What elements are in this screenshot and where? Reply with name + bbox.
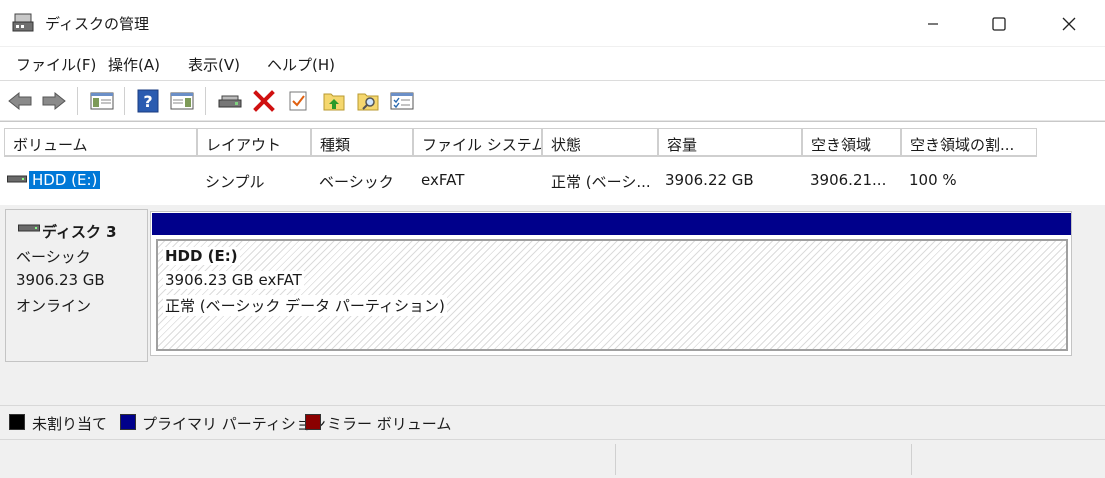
toolbar: ? bbox=[0, 81, 1105, 121]
menu-bar: ファイル(F) 操作(A) 表示(V) ヘルプ(H) bbox=[0, 47, 1105, 81]
toolbar-separator bbox=[124, 87, 125, 115]
title-bar: ディスクの管理 bbox=[0, 0, 1105, 47]
partition-container: HDD (E:) 3906.23 GB exFAT 正常 (ベーシック データ … bbox=[150, 211, 1072, 356]
show-hide-action-pane-button[interactable] bbox=[168, 87, 196, 115]
search-folder-icon bbox=[357, 93, 379, 111]
legend-label-unallocated: 未割り当て bbox=[32, 415, 108, 433]
window-title: ディスクの管理 bbox=[45, 15, 149, 33]
volume-layout: シンプル bbox=[205, 173, 265, 191]
delete-button[interactable] bbox=[250, 87, 278, 115]
table-row[interactable]: HDD (E:) シンプル ベーシック exFAT 正常 (ベーシ... 390… bbox=[5, 158, 1035, 202]
close-icon bbox=[1062, 17, 1076, 30]
properties-icon bbox=[390, 92, 414, 110]
forward-arrow-icon bbox=[42, 91, 66, 111]
help-button[interactable]: ? bbox=[134, 87, 162, 115]
minimize-button[interactable] bbox=[897, 0, 969, 47]
column-header-capacity[interactable]: 容量 bbox=[658, 128, 802, 157]
delete-icon bbox=[253, 90, 275, 112]
volume-status: 正常 (ベーシ... bbox=[551, 173, 651, 191]
column-header-layout[interactable]: レイアウト bbox=[197, 128, 311, 157]
legend-label-mirror: ミラー ボリューム bbox=[327, 415, 452, 433]
partition-detail: 3906.23 GB exFAT bbox=[163, 271, 304, 289]
legend-bar: 未割り当て プライマリ パーティション ミラー ボリューム bbox=[0, 405, 1105, 439]
volume-name[interactable]: HDD (E:) bbox=[29, 171, 101, 189]
show-pane-2-icon bbox=[170, 92, 194, 110]
properties-button[interactable] bbox=[388, 87, 416, 115]
primary-partition-bar bbox=[152, 213, 1071, 235]
back-button[interactable] bbox=[6, 87, 34, 115]
volume-list: ボリューム レイアウト 種類 ファイル システム 状態 容量 空き領域 空き領域… bbox=[0, 121, 1105, 205]
show-hide-console-tree-button[interactable] bbox=[88, 87, 116, 115]
partition-name: HDD (E:) bbox=[163, 247, 240, 265]
connect-virtual-disk-button[interactable] bbox=[216, 87, 244, 115]
disk-management-icon bbox=[12, 13, 34, 32]
minimize-icon bbox=[928, 22, 938, 25]
legend-swatch-mirror bbox=[305, 414, 321, 430]
up-folder-icon bbox=[323, 93, 345, 111]
volume-capacity: 3906.22 GB bbox=[665, 171, 754, 189]
check-button[interactable] bbox=[284, 87, 312, 115]
back-arrow-icon bbox=[8, 91, 32, 111]
volume-type: ベーシック bbox=[319, 173, 394, 191]
column-header-status[interactable]: 状態 bbox=[542, 128, 658, 157]
toolbar-separator bbox=[205, 87, 206, 115]
toolbar-separator bbox=[77, 87, 78, 115]
volume-free-percent: 100 % bbox=[909, 171, 957, 189]
disk-type: ベーシック bbox=[16, 248, 91, 266]
drive-icon bbox=[7, 175, 27, 183]
move-up-button[interactable] bbox=[320, 87, 348, 115]
column-header-volume[interactable]: ボリューム bbox=[4, 128, 197, 157]
maximize-button[interactable] bbox=[963, 0, 1035, 47]
legend-label-primary: プライマリ パーティション bbox=[142, 415, 326, 433]
disk-name: ディスク 3 bbox=[42, 223, 117, 241]
disk-map-pane: ディスク 3 ベーシック 3906.23 GB オンライン HDD (E:) 3… bbox=[0, 205, 1105, 405]
column-header-free-percent[interactable]: 空き領域の割... bbox=[901, 128, 1037, 157]
disk-size: 3906.23 GB bbox=[16, 271, 105, 289]
menu-view[interactable]: 表示(V) bbox=[188, 54, 240, 75]
search-button[interactable] bbox=[354, 87, 382, 115]
column-header-type[interactable]: 種類 bbox=[311, 128, 413, 157]
help-icon: ? bbox=[137, 89, 159, 113]
close-button[interactable] bbox=[1033, 0, 1105, 47]
partition-block[interactable]: HDD (E:) 3906.23 GB exFAT 正常 (ベーシック データ … bbox=[156, 239, 1068, 351]
menu-action[interactable]: 操作(A) bbox=[108, 54, 160, 75]
column-header-free-space[interactable]: 空き領域 bbox=[802, 128, 901, 157]
disk-info-panel[interactable]: ディスク 3 ベーシック 3906.23 GB オンライン bbox=[5, 209, 148, 362]
partition-status: 正常 (ベーシック データ パーティション) bbox=[163, 295, 447, 316]
forward-button[interactable] bbox=[40, 87, 68, 115]
status-bar bbox=[0, 439, 1105, 478]
legend-swatch-unallocated bbox=[9, 414, 25, 430]
show-pane-icon bbox=[90, 92, 114, 110]
svg-text:?: ? bbox=[143, 92, 152, 111]
legend-swatch-primary bbox=[120, 414, 136, 430]
volume-free-space: 3906.21... bbox=[810, 171, 887, 189]
column-header-filesystem[interactable]: ファイル システム bbox=[413, 128, 542, 157]
maximize-icon bbox=[992, 16, 1006, 31]
disk-state: オンライン bbox=[16, 297, 92, 315]
menu-file[interactable]: ファイル(F) bbox=[16, 54, 96, 75]
status-divider bbox=[911, 444, 912, 475]
connect-drive-icon bbox=[218, 95, 242, 108]
volume-filesystem: exFAT bbox=[421, 171, 465, 189]
menu-help[interactable]: ヘルプ(H) bbox=[267, 54, 335, 75]
status-divider bbox=[615, 444, 616, 475]
check-icon bbox=[289, 91, 307, 111]
disk-icon bbox=[18, 224, 40, 232]
